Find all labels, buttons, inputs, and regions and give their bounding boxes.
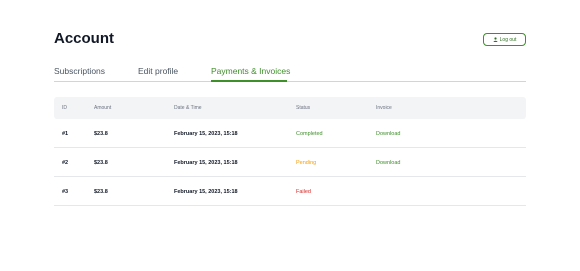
table-row: #3 $23.8 February 15, 2023, 15:18 Failed [54,177,526,206]
column-header-invoice: Invoice [376,105,392,111]
table-header: ID Amount Date & Time Status Invoice [54,97,526,119]
tab-payments-invoices[interactable]: Payments & Invoices [211,66,290,76]
tab-subscriptions[interactable]: Subscriptions [54,66,105,76]
table-row: #2 $23.8 February 15, 2023, 15:18 Pendin… [54,148,526,177]
payment-id: #1 [62,131,69,137]
logout-label: Log out [499,36,517,43]
payment-id: #3 [62,189,69,195]
payments-table: ID Amount Date & Time Status Invoice #1 … [54,97,526,206]
payment-datetime: February 15, 2023, 15:18 [174,160,238,166]
payment-id: #2 [62,160,69,166]
user-icon [493,37,498,42]
column-header-amount: Amount [94,105,112,111]
status-badge: Completed [296,131,323,137]
active-tab-indicator [211,80,287,82]
status-badge: Pending [296,160,317,166]
download-invoice-link[interactable]: Download [376,160,400,166]
payment-datetime: February 15, 2023, 15:18 [174,189,238,195]
column-header-status: Status [296,105,311,111]
tab-bar: Subscriptions Edit profile Payments & In… [54,66,526,82]
column-header-id: ID [62,105,67,111]
download-invoice-link[interactable]: Download [376,131,400,137]
page-title: Account [54,30,114,47]
logout-button[interactable]: Log out [483,33,526,46]
payment-amount: $23.8 [94,160,108,166]
payment-amount: $23.8 [94,131,108,137]
status-badge: Failed [296,189,311,195]
tab-edit-profile[interactable]: Edit profile [138,66,178,76]
payment-amount: $23.8 [94,189,108,195]
payment-datetime: February 15, 2023, 15:18 [174,131,238,137]
table-row: #1 $23.8 February 15, 2023, 15:18 Comple… [54,119,526,148]
column-header-datetime: Date & Time [174,105,202,111]
